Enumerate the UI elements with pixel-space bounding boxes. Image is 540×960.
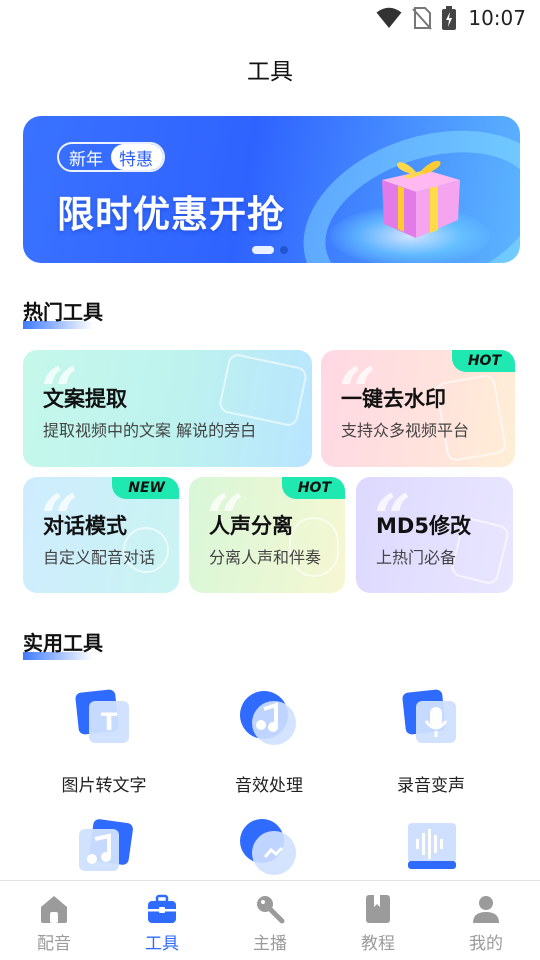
battery-charging-icon <box>442 6 457 30</box>
nav-label: 主播 <box>253 934 287 954</box>
voice-changer-icon <box>402 689 456 743</box>
nav-item-dubbing[interactable]: 配音 <box>0 881 108 960</box>
bottom-nav: 配音 工具 主播 教程 我的 <box>0 880 540 960</box>
util-sound-effect[interactable]: 音效处理 <box>199 685 339 796</box>
card-subtitle: 分离人声和伴奏 <box>209 548 322 567</box>
practical-tools-heading-text: 实用工具 <box>23 631 103 655</box>
promo-banner[interactable]: 新年 特惠 限时优惠开抢 <box>23 116 520 263</box>
nav-item-profile[interactable]: 我的 <box>432 881 540 960</box>
banner-pager[interactable] <box>252 246 288 254</box>
page-title: 工具 <box>247 59 293 85</box>
music-icon <box>79 819 133 871</box>
nav-item-tools[interactable]: 工具 <box>108 881 216 960</box>
home-icon <box>41 896 67 923</box>
util-voice-changer[interactable]: 录音变声 <box>361 685 501 796</box>
status-bar: 10:07 <box>0 0 540 36</box>
card-subtitle: 支持众多视频平台 <box>341 421 470 440</box>
nav-item-anchor[interactable]: 主播 <box>216 881 324 960</box>
card-title: 人声分离 <box>209 514 293 538</box>
pager-dot-active[interactable] <box>252 246 274 254</box>
tool-card-text-extract[interactable]: “ 文案提取 提取视频中的文案 解说的旁白 <box>23 350 312 467</box>
hot-tag: HOT <box>281 477 345 499</box>
wifi-icon <box>376 7 402 28</box>
practical-tools-heading: 实用工具 <box>23 627 103 660</box>
banner-badge-left: 新年 <box>69 149 103 170</box>
pager-dot[interactable] <box>280 246 288 254</box>
hot-tag: HOT <box>451 350 515 372</box>
no-sim-icon <box>412 7 433 30</box>
banner-badge: 新年 特惠 <box>57 142 165 172</box>
audio-wave-icon <box>408 823 456 869</box>
image-to-text-icon: T <box>75 689 129 743</box>
tool-card-dialogue[interactable]: “ NEW 对话模式 自定义配音对话 <box>23 477 179 593</box>
banner-badge-right: 特惠 <box>111 144 163 170</box>
microphone-icon <box>257 896 285 924</box>
util-label: 图片转文字 <box>61 776 147 796</box>
nav-label: 工具 <box>145 934 179 954</box>
tool-card-md5[interactable]: “ MD5修改 上热门必备 <box>356 477 513 593</box>
new-tag: NEW <box>112 477 179 499</box>
util-label: 录音变声 <box>397 776 465 796</box>
tool-card-vocal-separation[interactable]: “ HOT 人声分离 分离人声和伴奏 <box>189 477 345 593</box>
hot-tools-heading: 热门工具 <box>23 296 103 329</box>
hot-tools-heading-text: 热门工具 <box>23 300 103 324</box>
status-time: 10:07 <box>468 6 526 30</box>
status-icons: 10:07 <box>376 5 526 31</box>
card-title: 文案提取 <box>43 387 127 411</box>
card-subtitle: 提取视频中的文案 解说的旁白 <box>43 421 257 440</box>
nav-label: 我的 <box>469 934 503 954</box>
chat-icon <box>240 819 296 875</box>
banner-headline: 限时优惠开抢 <box>57 193 285 236</box>
card-title: 对话模式 <box>43 514 127 538</box>
tool-card-watermark[interactable]: “ HOT 一键去水印 支持众多视频平台 <box>321 350 515 467</box>
book-icon <box>366 895 390 923</box>
nav-item-tutorial[interactable]: 教程 <box>324 881 432 960</box>
sound-effect-icon <box>240 691 296 745</box>
card-subtitle: 上热门必备 <box>376 548 457 567</box>
nav-label: 教程 <box>361 934 395 954</box>
toolbox-icon <box>148 894 176 923</box>
profile-icon <box>473 896 499 923</box>
util-image-to-text[interactable]: T 图片转文字 <box>34 685 174 796</box>
card-title: 一键去水印 <box>341 387 446 411</box>
card-title: MD5修改 <box>376 514 471 538</box>
card-subtitle: 自定义配音对话 <box>43 548 156 567</box>
util-label: 音效处理 <box>235 776 303 796</box>
gift-box-icon <box>382 160 460 238</box>
nav-label: 配音 <box>37 934 71 954</box>
svg-text:T: T <box>101 708 118 736</box>
